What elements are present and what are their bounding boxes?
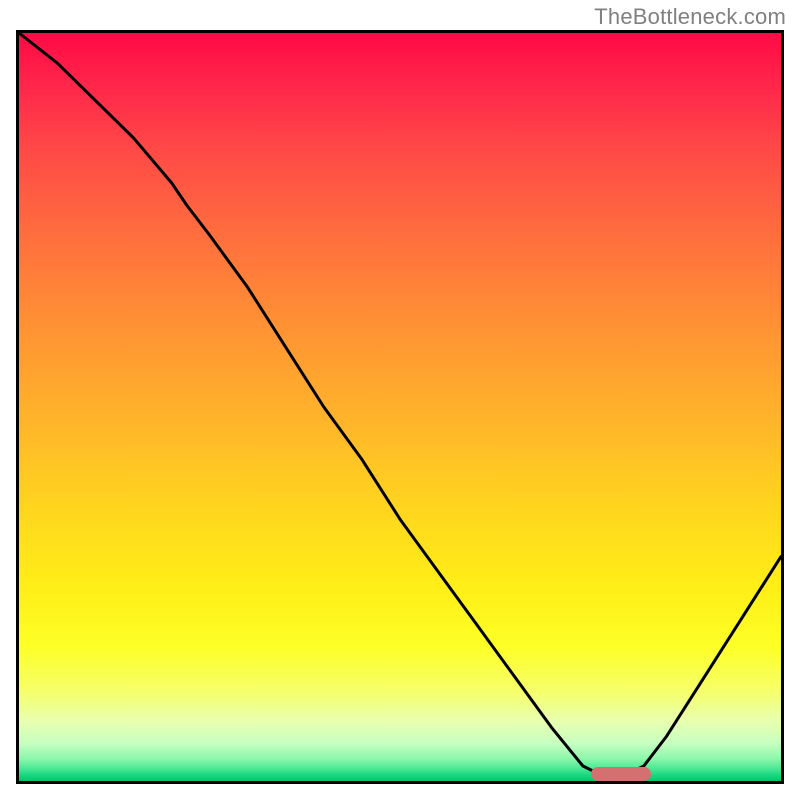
highlight-marker bbox=[591, 767, 652, 781]
plot-frame bbox=[16, 30, 784, 784]
bottleneck-curve bbox=[19, 33, 781, 781]
watermark-text: TheBottleneck.com bbox=[594, 4, 786, 30]
chart-stage: TheBottleneck.com bbox=[0, 0, 800, 800]
